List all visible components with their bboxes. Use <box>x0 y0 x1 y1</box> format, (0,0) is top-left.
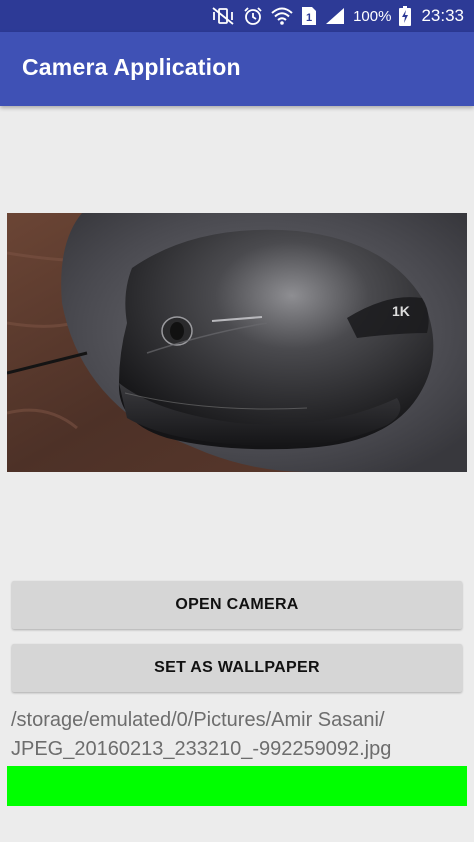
mute-vibrate-icon <box>211 7 235 25</box>
status-icons: 1 100% 23:33 <box>211 0 464 32</box>
set-as-wallpaper-button[interactable]: SET AS WALLPAPER <box>12 644 462 692</box>
sim-slot-label: 1 <box>306 12 312 24</box>
mouse-photo-image: 1K <box>7 213 467 472</box>
file-path-text: /storage/emulated/0/Pictures/Amir Sasani… <box>11 706 471 764</box>
mouse-logo-text: 1K <box>392 303 410 319</box>
file-path-line-1: /storage/emulated/0/Pictures/Amir Sasani… <box>11 709 385 731</box>
battery-percent: 100% <box>353 7 392 25</box>
alarm-icon <box>243 6 263 26</box>
open-camera-button[interactable]: OPEN CAMERA <box>12 581 462 629</box>
clock: 23:33 <box>421 6 464 25</box>
signal-icon <box>325 7 345 25</box>
app-bar: Camera Application <box>0 32 474 106</box>
status-bar: 1 100% 23:33 <box>0 0 474 32</box>
captured-photo: 1K <box>7 213 467 472</box>
wifi-icon <box>271 7 293 25</box>
status-indicator-bar <box>7 766 467 806</box>
app-title: Camera Application <box>22 54 241 80</box>
file-path-line-2: JPEG_20160213_233210_-992259092.jpg <box>11 738 392 760</box>
battery-charging-icon <box>399 6 412 26</box>
sim-icon: 1 <box>301 6 317 26</box>
